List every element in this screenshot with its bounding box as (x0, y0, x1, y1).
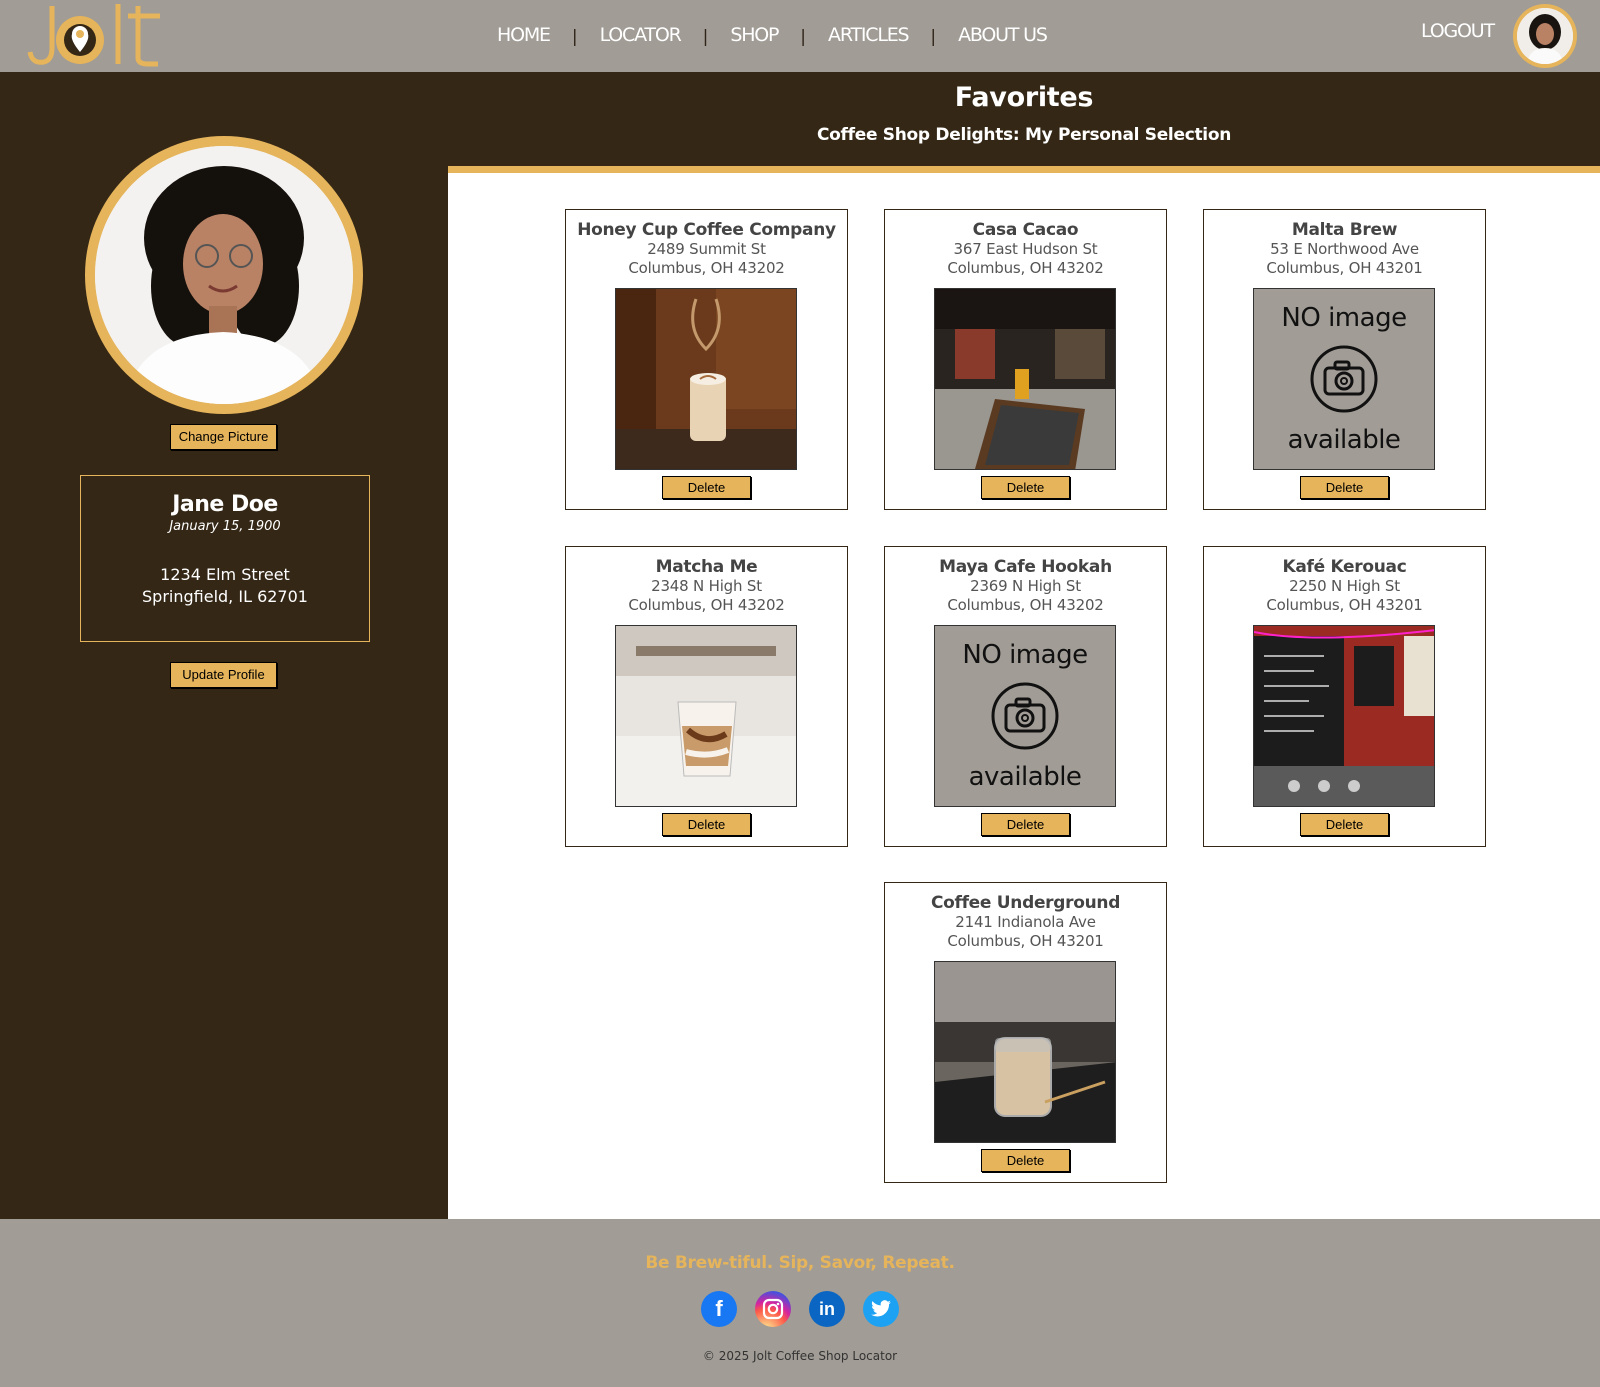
shop-city: Columbus, OH 43201 (947, 932, 1104, 950)
delete-button[interactable]: Delete (1300, 813, 1389, 836)
no-image-text: NO image (1281, 303, 1407, 333)
top-header: HOME | LOCATOR | SHOP | ARTICLES | ABOUT… (0, 0, 1600, 72)
address-line-1: 1234 Elm Street (160, 565, 290, 584)
logout-link[interactable]: LOGOUT (1421, 20, 1495, 42)
profile-sidebar: Change Picture Jane Doe January 15, 1900… (0, 72, 448, 1219)
shop-name[interactable]: Maya Cafe Hookah (885, 557, 1166, 577)
shop-photo (934, 288, 1116, 470)
nav-articles[interactable]: ARTICLES (828, 24, 910, 46)
jar-coffee-photo-icon (935, 962, 1115, 1142)
delete-button[interactable]: Delete (981, 1149, 1070, 1172)
nav-separator: | (702, 27, 709, 47)
profile-name: Jane Doe (172, 492, 278, 517)
no-image-text: NO image (962, 640, 1088, 670)
delete-button[interactable]: Delete (1300, 476, 1389, 499)
no-image-placeholder: NO image available (1254, 289, 1434, 469)
shop-street: 2348 N High St (651, 577, 762, 595)
nav-separator: | (930, 27, 937, 47)
favorite-card: Malta Brew 53 E Northwood Ave Columbus, … (1203, 209, 1486, 510)
profile-info-box: Jane Doe January 15, 1900 1234 Elm Stree… (80, 475, 370, 642)
favorite-card: Honey Cup Coffee Company 2489 Summit St … (565, 209, 848, 510)
favorite-card: Maya Cafe Hookah 2369 N High St Columbus… (884, 546, 1167, 847)
shop-street: 367 East Hudson St (953, 240, 1098, 258)
available-text: available (1287, 425, 1401, 455)
nav-about-us[interactable]: ABOUT US (958, 24, 1048, 46)
shop-photo (615, 625, 797, 807)
delete-button[interactable]: Delete (662, 476, 751, 499)
user-avatar-icon (1517, 8, 1573, 64)
latte-photo-icon (616, 289, 796, 469)
shop-name[interactable]: Coffee Underground (885, 893, 1166, 913)
shop-name[interactable]: Matcha Me (566, 557, 847, 577)
favorite-card: Kafé Kerouac 2250 N High St Columbus, OH… (1203, 546, 1486, 847)
favorite-card: Casa Cacao 367 East Hudson St Columbus, … (884, 209, 1167, 510)
nav-separator: | (571, 27, 578, 47)
available-text: available (968, 762, 1082, 792)
favorites-header: Favorites Coffee Shop Delights: My Perso… (448, 72, 1600, 166)
change-picture-button[interactable]: Change Picture (170, 424, 277, 450)
shop-city: Columbus, OH 43202 (628, 596, 785, 614)
shop-street: 2250 N High St (1289, 577, 1400, 595)
shop-street: 2369 N High St (970, 577, 1081, 595)
profile-picture (85, 136, 363, 414)
delete-button[interactable]: Delete (981, 813, 1070, 836)
instagram-icon[interactable] (755, 1291, 791, 1327)
page-subtitle: Coffee Shop Delights: My Personal Select… (816, 125, 1232, 145)
divider (448, 166, 1600, 173)
shop-city: Columbus, OH 43202 (947, 596, 1104, 614)
main-nav: HOME | LOCATOR | SHOP | ARTICLES | ABOUT… (497, 20, 1048, 50)
shop-photo (615, 288, 797, 470)
social-links: f in (0, 1291, 1600, 1327)
chalkboard-photo-icon (1254, 626, 1434, 806)
linkedin-icon[interactable]: in (809, 1291, 845, 1327)
favorite-card: Coffee Underground 2141 Indianola Ave Co… (884, 882, 1167, 1183)
copyright: © 2025 Jolt Coffee Shop Locator (702, 1349, 898, 1363)
shop-photo (1253, 625, 1435, 807)
camera-icon (991, 682, 1059, 750)
shop-name[interactable]: Casa Cacao (885, 220, 1166, 240)
header-avatar[interactable] (1513, 4, 1577, 68)
page-title: Favorites (954, 82, 1094, 113)
nav-home[interactable]: HOME (497, 24, 551, 46)
camera-icon (1310, 345, 1378, 413)
interior-photo-icon (935, 289, 1115, 469)
shop-photo: NO image available (1253, 288, 1435, 470)
shop-photo (934, 961, 1116, 1143)
jolt-logo[interactable] (18, 0, 168, 70)
delete-button[interactable]: Delete (662, 813, 751, 836)
delete-button[interactable]: Delete (981, 476, 1070, 499)
shop-name[interactable]: Kafé Kerouac (1204, 557, 1485, 577)
site-footer: Be Brew-tiful. Sip, Savor, Repeat. f in … (0, 1219, 1600, 1387)
shop-street: 2489 Summit St (647, 240, 766, 258)
shop-city: Columbus, OH 43202 (947, 259, 1104, 277)
nav-separator: | (800, 27, 807, 47)
shop-city: Columbus, OH 43201 (1266, 596, 1423, 614)
nav-locator[interactable]: LOCATOR (600, 24, 682, 46)
iced-coffee-photo-icon (616, 626, 796, 806)
shop-street: 53 E Northwood Ave (1270, 240, 1419, 258)
facebook-icon[interactable]: f (701, 1291, 737, 1327)
shop-name[interactable]: Honey Cup Coffee Company (566, 220, 847, 240)
shop-street: 2141 Indianola Ave (955, 913, 1096, 931)
shop-photo: NO image available (934, 625, 1116, 807)
favorites-grid: Honey Cup Coffee Company 2489 Summit St … (448, 173, 1600, 1219)
shop-city: Columbus, OH 43202 (628, 259, 785, 277)
profile-address: 1234 Elm Street Springfield, IL 62701 (81, 564, 369, 608)
shop-name[interactable]: Malta Brew (1204, 220, 1485, 240)
nav-shop[interactable]: SHOP (730, 24, 779, 46)
twitter-icon[interactable] (863, 1291, 899, 1327)
shop-city: Columbus, OH 43201 (1266, 259, 1423, 277)
favorite-card: Matcha Me 2348 N High St Columbus, OH 43… (565, 546, 848, 847)
update-profile-button[interactable]: Update Profile (170, 662, 277, 688)
address-line-2: Springfield, IL 62701 (142, 587, 308, 606)
profile-photo-icon (95, 146, 353, 404)
footer-tagline: Be Brew-tiful. Sip, Savor, Repeat. (645, 1253, 955, 1273)
profile-dob: January 15, 1900 (169, 519, 281, 534)
no-image-placeholder: NO image available (935, 626, 1115, 806)
